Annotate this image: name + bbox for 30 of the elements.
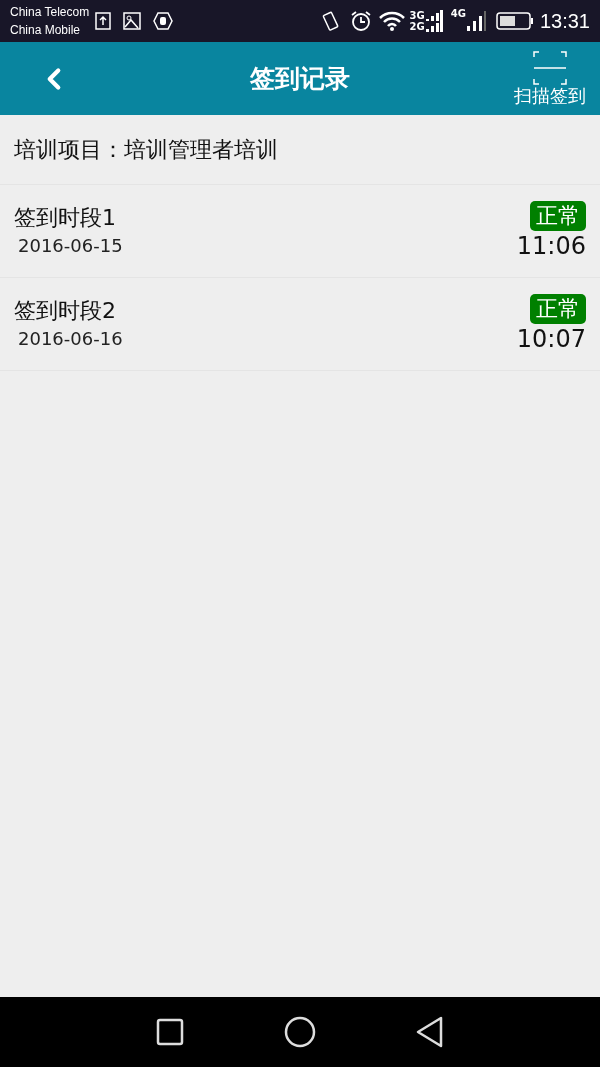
status-tag: 正常 [530,201,586,231]
carrier-name: China Telecom [10,4,90,21]
project-label: 培训项目：培训管理者培训 [0,115,600,185]
scan-icon [533,50,567,85]
clock-time: 13:31 [539,9,590,34]
record-time: 11:06 [516,231,586,261]
record-time: 10:07 [516,324,586,354]
status-tag: 正常 [530,294,586,324]
alarm-icon [349,10,372,32]
image-icon [123,12,142,30]
battery-icon [495,12,534,30]
square-icon[interactable] [156,1018,184,1046]
back-triangle-icon[interactable] [416,1016,444,1048]
carrier-name: China Mobile [10,22,82,39]
record-name: 签到时段2 [14,297,117,325]
signal-icon [424,9,443,33]
record-row[interactable]: 签到时段1 2016-06-15 正常 11:06 [0,185,600,278]
record-date: 2016-06-16 [18,327,124,351]
upload-icon [95,12,112,30]
record-date: 2016-06-15 [18,234,124,258]
network-label: 3G [409,10,425,21]
signal-icon [465,10,486,32]
network-label: 4G [450,7,466,21]
scan-button[interactable]: 扫描签到 [514,42,600,115]
record-name: 签到时段1 [14,204,117,232]
record-row[interactable]: 签到时段2 2016-06-16 正常 10:07 [0,278,600,371]
circle-icon[interactable] [284,1016,316,1048]
page-title: 签到记录 [250,62,350,95]
wifi-icon [377,10,406,32]
network-label: 2G [409,21,425,32]
